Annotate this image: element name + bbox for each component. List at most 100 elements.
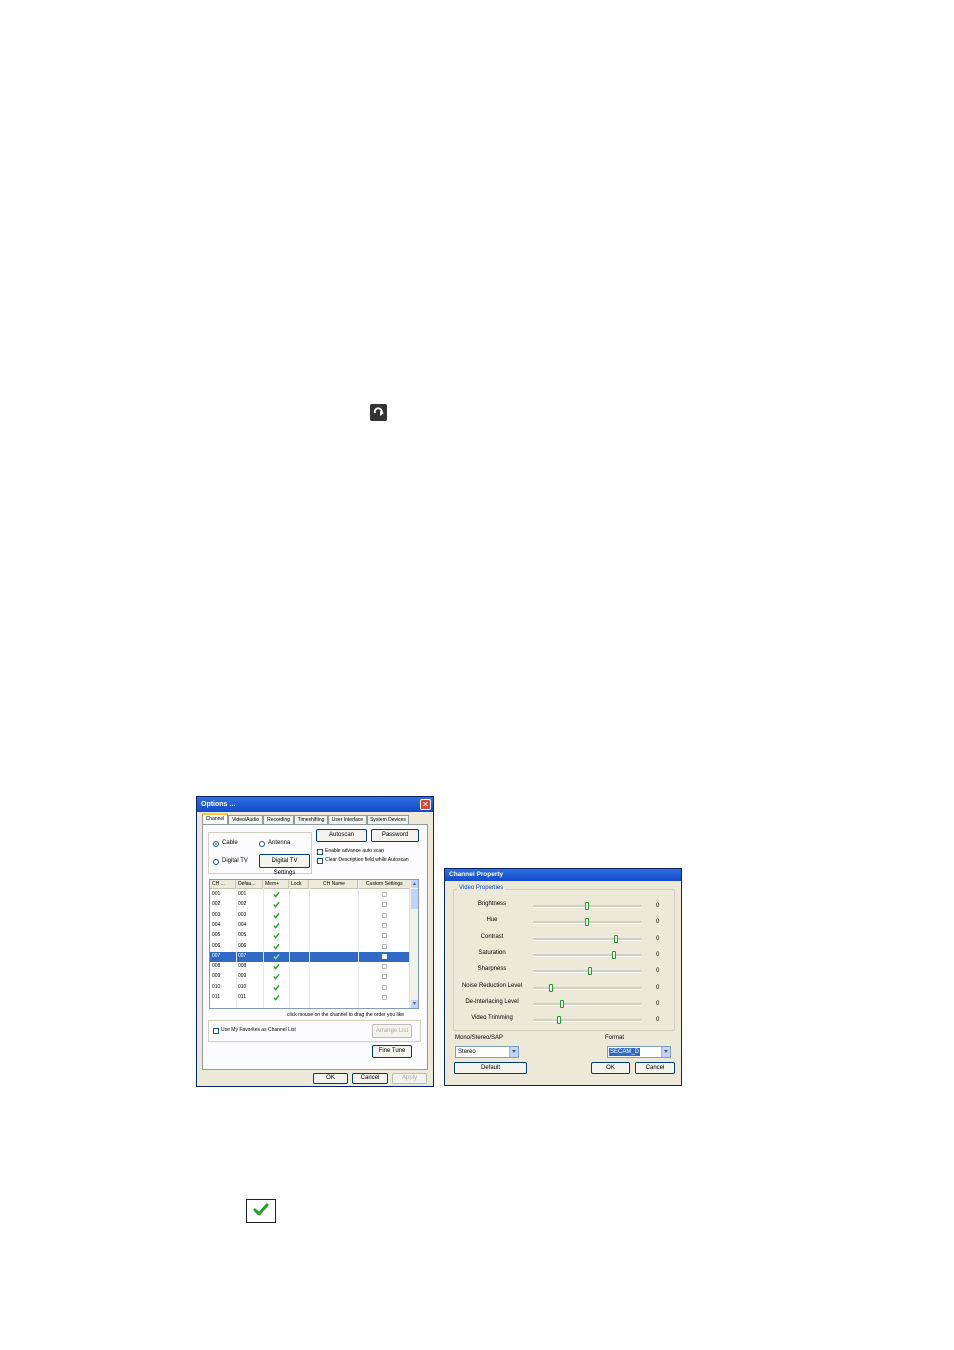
mem-check-icon[interactable] (273, 901, 280, 909)
autoscan-button[interactable]: Autoscan (316, 829, 367, 842)
slider-thumb[interactable] (549, 983, 554, 992)
custom-settings-checkbox[interactable] (382, 953, 387, 959)
ok-button[interactable]: OK (313, 1073, 348, 1084)
slider-value: 0 (656, 1017, 660, 1024)
table-row[interactable]: 003 003 (210, 911, 410, 921)
column-header-ch-name[interactable]: CH Name (309, 880, 358, 889)
table-row[interactable]: 001 001 (210, 890, 410, 900)
table-row[interactable]: 004 004 (210, 921, 410, 931)
mem-check-icon[interactable] (273, 943, 280, 950)
tab-channel[interactable]: Channel (202, 813, 228, 824)
slider-thumb[interactable] (612, 950, 616, 959)
radio-antenna[interactable] (259, 841, 265, 847)
mem-check-icon[interactable] (273, 912, 280, 919)
tab-system-devices[interactable]: System Devices (367, 815, 409, 824)
custom-settings-checkbox[interactable] (382, 922, 387, 928)
mem-check-icon[interactable] (273, 953, 280, 960)
digital-tv-settings-button[interactable]: Digital TV Settings (259, 854, 310, 876)
close-button[interactable]: ✕ (420, 799, 431, 810)
slider-label: Noise Reduction Level (461, 982, 523, 989)
custom-settings-checkbox[interactable] (382, 892, 387, 897)
cell-ch: 011 (212, 994, 220, 1000)
column-header-mem[interactable]: Mem+ (263, 880, 289, 889)
table-row[interactable]: 009 009 (210, 972, 410, 982)
scroll-down-icon[interactable]: ▼ (411, 1000, 418, 1008)
table-row[interactable]: 006 006 (210, 942, 410, 952)
audio-mode-label: Mono/Stereo/SAP (455, 1035, 504, 1041)
use-favorites-checkbox[interactable] (213, 1028, 219, 1034)
scroll-thumb[interactable] (411, 889, 418, 909)
mem-check-icon[interactable] (273, 932, 280, 939)
radio-digital-tv[interactable] (213, 859, 219, 865)
cell-ch: 001 (212, 891, 221, 897)
channel-property-title-bar: Channel Property (445, 869, 681, 881)
custom-settings-checkbox[interactable] (382, 933, 387, 939)
cancel-button[interactable]: Cancel (352, 1073, 388, 1084)
clear-description-checkbox[interactable] (317, 858, 323, 864)
slider-thumb[interactable] (560, 999, 565, 1008)
mem-check-icon[interactable] (273, 963, 280, 970)
custom-settings-checkbox[interactable] (382, 902, 387, 908)
table-row[interactable]: 005 005 (210, 931, 410, 941)
cell-default: 007 (238, 952, 247, 959)
slider-value: 0 (656, 903, 660, 909)
column-header-lock[interactable]: Lock (289, 880, 309, 889)
table-row[interactable]: 007 007 (210, 951, 410, 963)
custom-settings-checkbox[interactable] (382, 984, 387, 990)
slider-label: Video Trimming (471, 1015, 513, 1022)
custom-settings-checkbox[interactable] (382, 995, 387, 1000)
mem-check-icon[interactable] (273, 994, 280, 1001)
cell-ch: 006 (212, 942, 221, 949)
chevron-down-icon[interactable] (509, 1047, 518, 1057)
slider-thumb[interactable] (585, 902, 589, 910)
slider-thumb[interactable] (585, 918, 589, 927)
apply-button[interactable]: Apply (392, 1073, 427, 1084)
tab-video-audio[interactable]: Video/Audio (228, 815, 263, 824)
tab-recording[interactable]: Recording (263, 815, 294, 824)
slider-thumb[interactable] (588, 967, 593, 976)
password-button[interactable]: Password (371, 829, 419, 842)
chevron-down-icon[interactable] (661, 1047, 670, 1057)
slider-track[interactable] (533, 1002, 641, 1006)
slider-thumb[interactable] (556, 1016, 561, 1025)
custom-settings-checkbox[interactable] (382, 943, 387, 949)
green-check-icon (246, 1199, 276, 1223)
slider-thumb[interactable] (614, 934, 619, 943)
slider-label: De-Interlacing Level (465, 998, 519, 1005)
format-select[interactable]: SECAM_D (607, 1046, 671, 1058)
table-row[interactable]: 002 002 (210, 900, 410, 910)
mem-check-icon[interactable] (273, 891, 280, 898)
slider-track[interactable] (533, 970, 641, 974)
default-button[interactable]: Default (454, 1062, 527, 1074)
tab-timeshifting[interactable]: Timeshifting (294, 815, 328, 824)
table-row[interactable]: 008 008 (210, 962, 410, 972)
audio-mode-value: Stereo (458, 1049, 476, 1055)
audio-mode-select[interactable]: Stereo (455, 1046, 519, 1058)
slider-track[interactable] (533, 1019, 641, 1023)
cell-ch: 007 (212, 952, 221, 959)
list-scrollbar[interactable]: ▲ ▼ (409, 880, 418, 1008)
column-header-custom-settings[interactable]: Custom Settings (358, 880, 411, 889)
table-row[interactable]: 011 011 (210, 993, 410, 1003)
tab-user-interface[interactable]: User Interface (328, 815, 367, 824)
slider-track[interactable] (533, 937, 641, 941)
scroll-up-icon[interactable]: ▲ (411, 880, 418, 888)
custom-settings-checkbox[interactable] (382, 974, 387, 980)
arrange-list-button[interactable]: Arrange List (372, 1024, 412, 1038)
property-ok-button[interactable]: OK (591, 1062, 630, 1074)
enable-advance-scan-checkbox[interactable] (317, 849, 323, 855)
table-row[interactable]: 010 010 (210, 983, 410, 993)
radio-cable[interactable] (213, 841, 219, 847)
mem-check-icon[interactable] (273, 922, 280, 929)
slider-track[interactable] (533, 953, 641, 957)
custom-settings-checkbox[interactable] (382, 912, 387, 918)
property-cancel-button[interactable]: Cancel (635, 1062, 675, 1074)
column-header-ch[interactable]: CH ... (210, 880, 236, 889)
column-header-default[interactable]: Defau... (236, 880, 263, 889)
mem-check-icon[interactable] (273, 973, 280, 981)
fine-tune-button[interactable]: Fine Tune (372, 1045, 412, 1058)
column-divider (263, 880, 264, 1008)
mem-check-icon[interactable] (273, 984, 280, 991)
channel-list[interactable]: CH ... Defau... Mem+ Lock CH Name Custom… (209, 879, 419, 1009)
custom-settings-checkbox[interactable] (382, 964, 387, 970)
